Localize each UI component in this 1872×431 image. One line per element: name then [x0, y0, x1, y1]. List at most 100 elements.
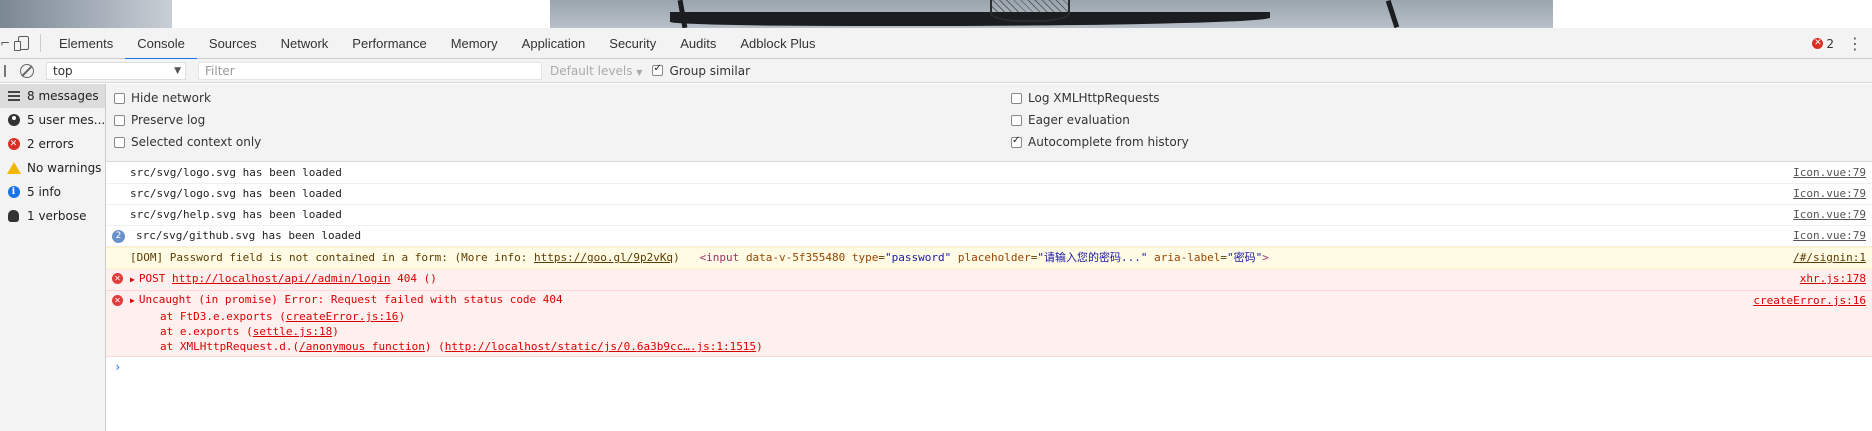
selected-context-option[interactable]: Selected context only: [114, 135, 261, 149]
tab-elements[interactable]: Elements: [47, 28, 125, 59]
tab-adblock-plus[interactable]: Adblock Plus: [728, 28, 827, 59]
tab-sources[interactable]: Sources: [197, 28, 269, 59]
filter-input[interactable]: [198, 61, 542, 80]
stack-text: at XMLHttpRequest.d.(: [160, 340, 300, 353]
eager-eval-option[interactable]: Eager evaluation: [1011, 113, 1130, 127]
message-text: src/svg/logo.svg has been loaded: [130, 187, 342, 200]
sidebar-item-info[interactable]: i 5 info: [0, 180, 105, 204]
sidebar-item-label: 2 errors: [27, 137, 74, 151]
stack-link[interactable]: createError.js:16: [286, 310, 399, 323]
log-xhr-option[interactable]: Log XMLHttpRequests: [1011, 91, 1160, 105]
sidebar-item-label: 1 verbose: [27, 209, 87, 223]
message-source-link[interactable]: Icon.vue:79: [1793, 226, 1866, 246]
message-source-link[interactable]: createError.js:16: [1753, 291, 1866, 311]
request-url-link[interactable]: http://localhost/api//admin/login: [172, 272, 391, 285]
dom-tag-close: >: [1262, 251, 1269, 264]
error-icon: ✕: [112, 295, 123, 306]
dom-attr-value: "password": [885, 251, 952, 264]
chevron-down-icon: ▼: [636, 67, 643, 77]
message-source-link[interactable]: xhr.js:178: [1800, 269, 1866, 289]
tab-network[interactable]: Network: [269, 28, 341, 59]
stack-text: at e.exports (: [160, 325, 253, 338]
sidebar-item-verbose[interactable]: 1 verbose: [0, 204, 105, 228]
device-toggle-icon[interactable]: [10, 28, 36, 59]
clear-console-icon[interactable]: [20, 63, 34, 78]
group-similar-option[interactable]: Group similar: [652, 63, 751, 78]
context-selector[interactable]: top ▼: [46, 61, 186, 80]
stack-link[interactable]: /anonymous function: [299, 340, 425, 353]
toolbar-divider: [40, 34, 41, 52]
expand-triangle-icon[interactable]: ▶: [130, 275, 135, 284]
sidebar-item-errors[interactable]: ✕ 2 errors: [0, 132, 105, 156]
more-menu-icon[interactable]: ⋮: [1847, 28, 1863, 59]
sidebar-toggle-icon[interactable]: [0, 64, 6, 77]
log-xhr-checkbox[interactable]: [1011, 92, 1022, 104]
console-sidebar: 8 messages 5 user mes... ✕ 2 errors No w…: [0, 84, 106, 431]
sidebar-item-user-messages[interactable]: 5 user mes...: [0, 108, 105, 132]
stack-frame: at FtD3.e.exports (createError.js:16): [130, 309, 1866, 324]
console-messages: src/svg/logo.svg has been loaded Icon.vu…: [106, 163, 1872, 431]
error-message-uncaught: ✕ ▶ Uncaught (in promise) Error: Request …: [106, 291, 1872, 357]
sidebar-item-label: 8 messages: [27, 89, 99, 103]
context-value: top: [53, 63, 73, 78]
autocomplete-checkbox[interactable]: [1011, 135, 1022, 148]
eager-eval-checkbox[interactable]: [1011, 114, 1022, 126]
hide-network-option[interactable]: Hide network: [114, 91, 211, 105]
request-method: POST: [138, 272, 166, 285]
log-levels-dropdown[interactable]: Default levels ▼: [550, 64, 642, 78]
prompt-chevron-icon: ›: [114, 360, 122, 374]
preserve-log-checkbox[interactable]: [114, 114, 125, 126]
stack-frame: at e.exports (settle.js:18): [130, 324, 1866, 339]
message-source-link[interactable]: Icon.vue:79: [1793, 205, 1866, 225]
log-levels-label: Default levels: [550, 63, 633, 78]
devtools-tabbar: ⌐ Elements Console Sources Network Perfo…: [0, 28, 1872, 60]
preserve-log-option[interactable]: Preserve log: [114, 113, 205, 127]
stack-text: ): [398, 310, 406, 323]
message-source-link[interactable]: Icon.vue:79: [1793, 184, 1866, 204]
dom-attr: type: [851, 251, 879, 264]
autocomplete-option[interactable]: Autocomplete from history: [1011, 135, 1189, 149]
stack-link[interactable]: settle.js:18: [253, 325, 332, 338]
selected-context-checkbox[interactable]: [114, 136, 125, 148]
page-preview-strip: [0, 0, 1872, 28]
group-similar-checkbox[interactable]: [652, 63, 664, 76]
stack-frame: at XMLHttpRequest.d.(/anonymous function…: [130, 339, 1866, 354]
repeat-count-badge: 2: [112, 230, 125, 243]
message-text: src/svg/github.svg has been loaded: [136, 229, 362, 242]
tab-security[interactable]: Security: [597, 28, 668, 59]
sidebar-item-label: 5 user mes...: [27, 113, 105, 127]
message-source-link[interactable]: /#/signin:1: [1793, 248, 1866, 268]
tab-memory[interactable]: Memory: [439, 28, 510, 59]
select-element-icon[interactable]: ⌐: [0, 28, 10, 59]
message-text: src/svg/logo.svg has been loaded: [130, 166, 342, 179]
tab-audits[interactable]: Audits: [668, 28, 728, 59]
sidebar-item-warnings[interactable]: No warnings: [0, 156, 105, 180]
group-similar-label: Group similar: [669, 63, 751, 78]
message-text: [DOM] Password field is not contained in…: [130, 251, 534, 264]
error-count: 2: [1826, 36, 1834, 51]
dom-attr: aria-label: [1154, 251, 1221, 264]
chevron-down-icon: ▼: [174, 65, 181, 76]
dom-attr: data-v-5f355480: [745, 251, 846, 264]
sidebar-item-messages[interactable]: 8 messages: [0, 84, 105, 108]
tab-console[interactable]: Console: [125, 28, 197, 60]
tab-performance[interactable]: Performance: [340, 28, 438, 59]
bug-icon: [7, 210, 20, 223]
stack-link[interactable]: http://localhost/static/js/0.6a3b9cc….js…: [445, 340, 756, 353]
expand-triangle-icon[interactable]: ▶: [130, 296, 135, 305]
stack-text: ) (: [424, 340, 445, 353]
info-icon: i: [7, 186, 20, 199]
error-icon: ✕: [7, 138, 20, 151]
autocomplete-label: Autocomplete from history: [1028, 135, 1189, 149]
hide-network-checkbox[interactable]: [114, 92, 125, 104]
more-info-link[interactable]: https://goo.gl/9p2vKq: [534, 251, 673, 264]
log-xhr-label: Log XMLHttpRequests: [1028, 91, 1160, 105]
console-toolbar: top ▼ Default levels ▼ Group similar: [0, 59, 1872, 83]
warning-icon: [6, 162, 21, 175]
message-source-link[interactable]: Icon.vue:79: [1793, 163, 1866, 183]
console-prompt[interactable]: ›: [106, 357, 1872, 377]
preserve-log-label: Preserve log: [131, 113, 206, 127]
dom-warning-message: [DOM] Password field is not contained in…: [106, 247, 1872, 269]
tab-application[interactable]: Application: [510, 28, 598, 59]
error-counter[interactable]: ✕ 2: [1812, 28, 1834, 59]
